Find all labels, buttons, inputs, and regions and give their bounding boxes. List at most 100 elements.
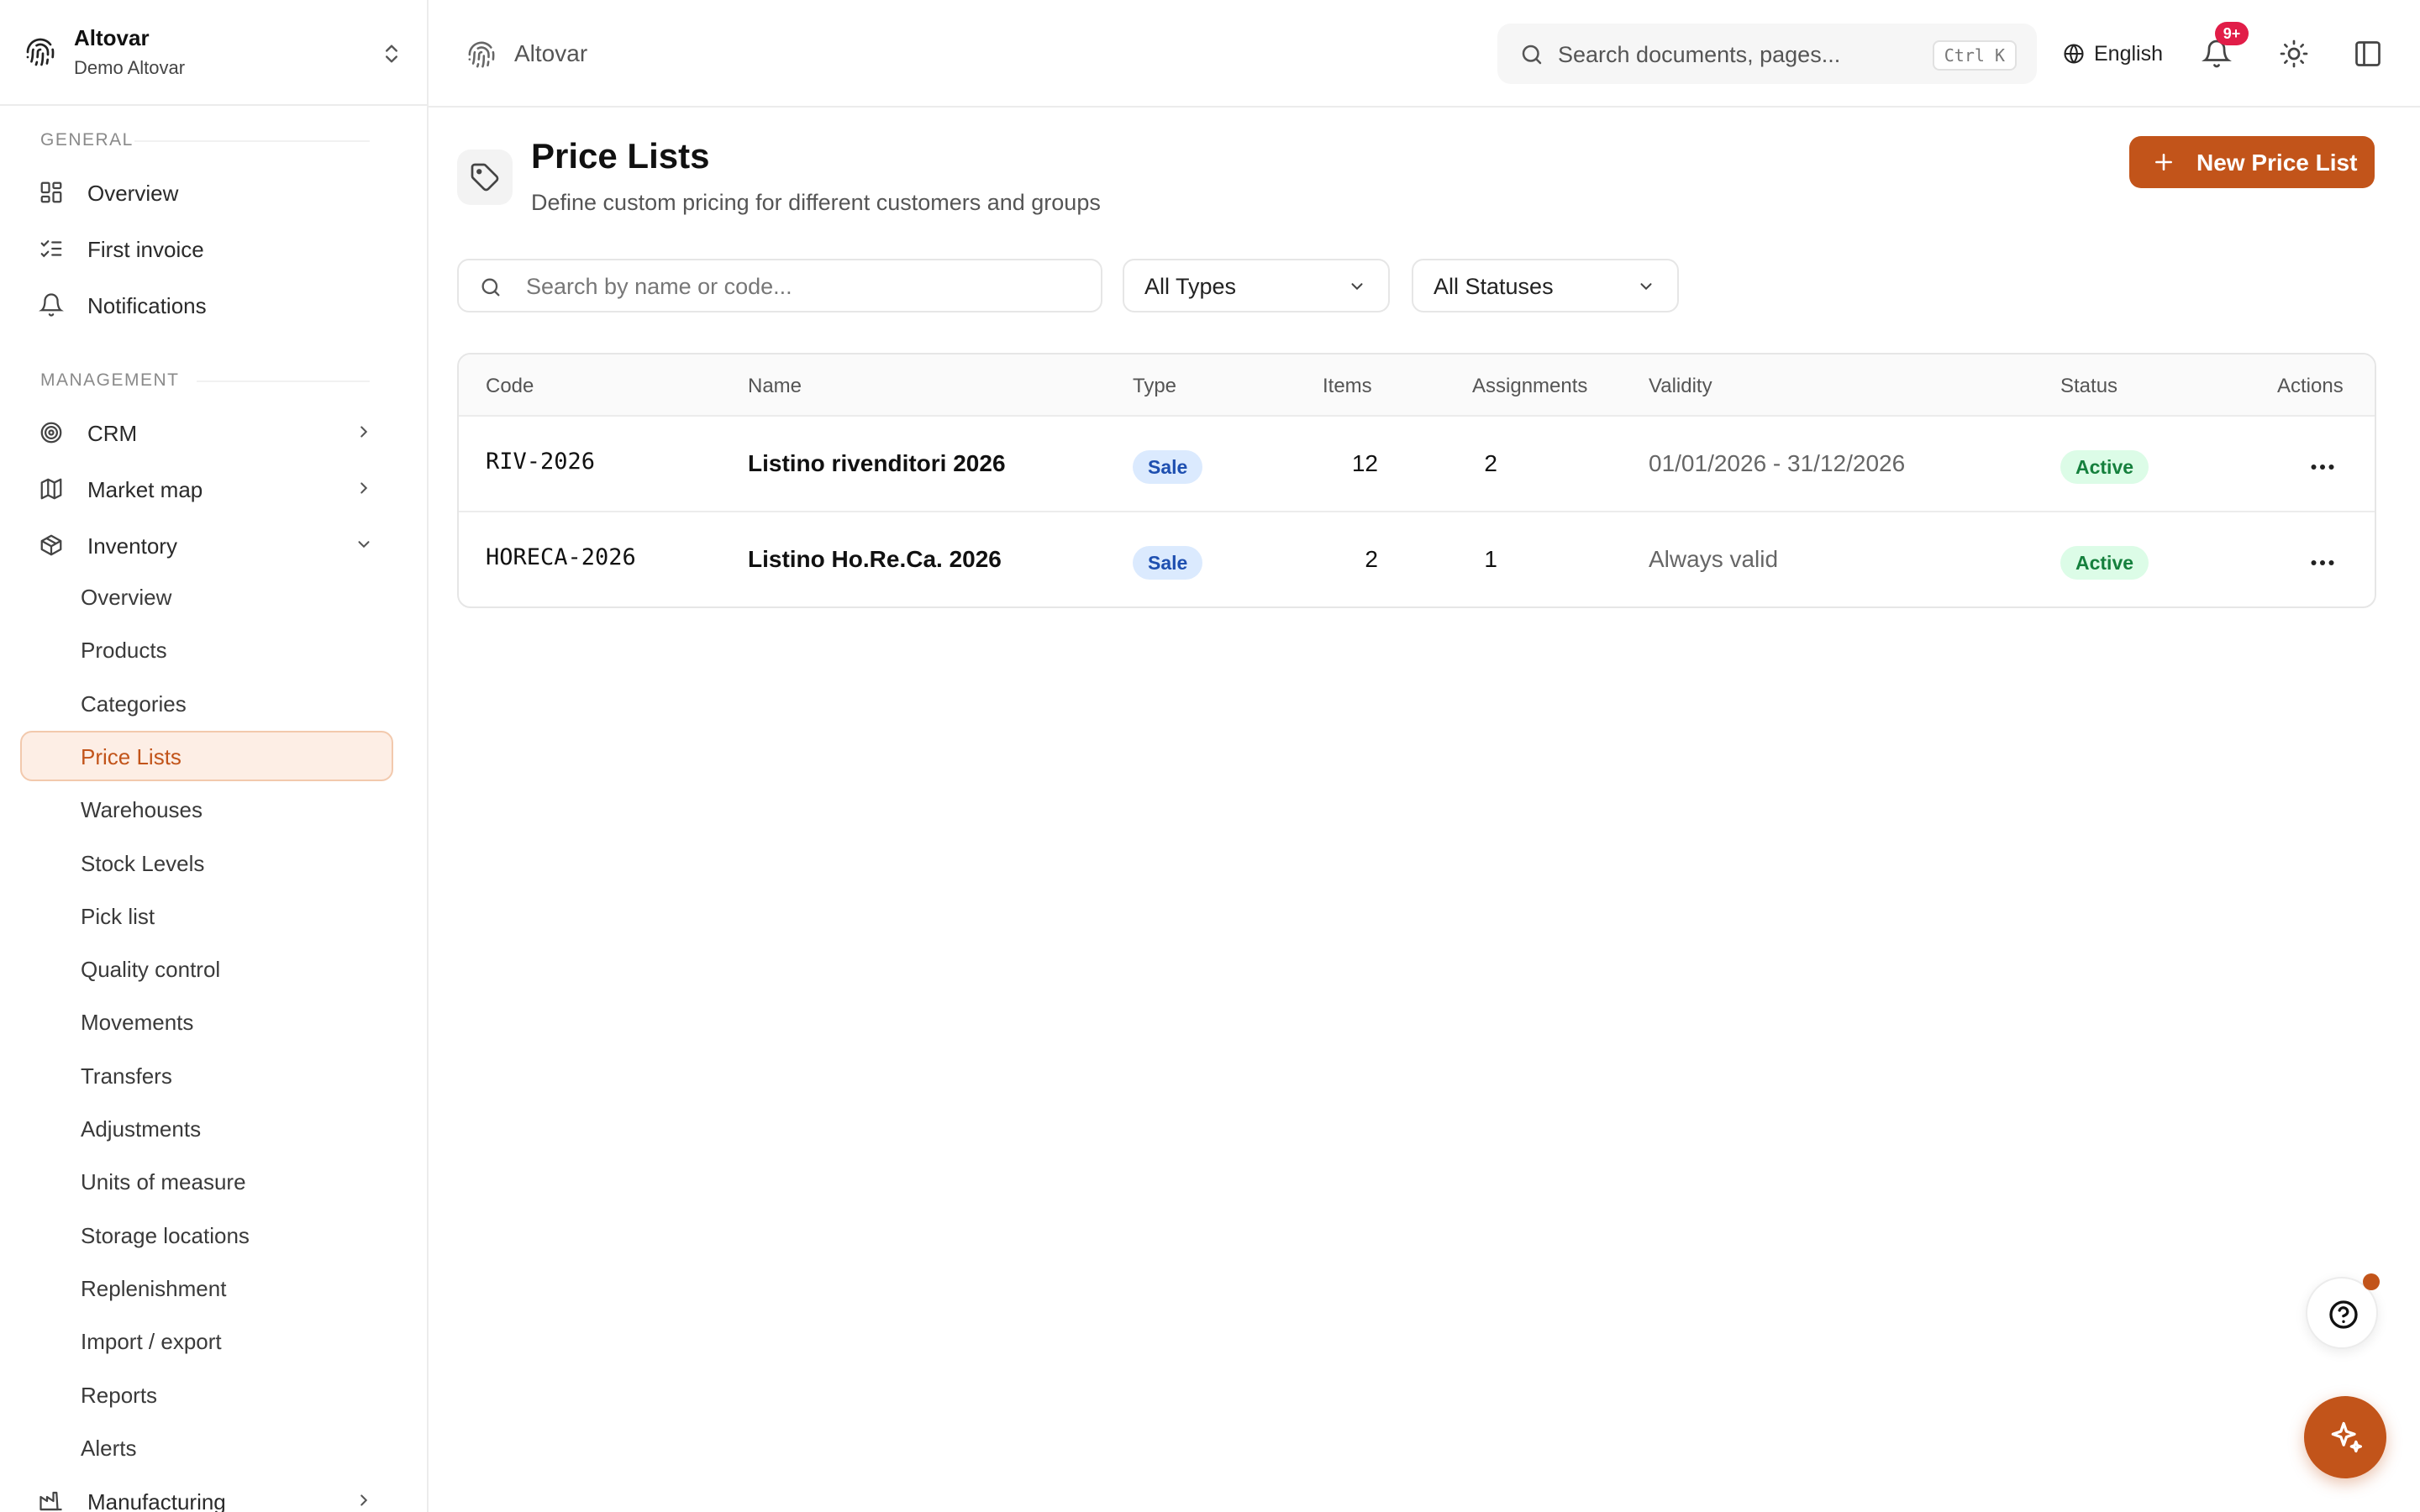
- type-filter-select[interactable]: All Types: [1123, 259, 1390, 312]
- section-label-general: GENERAL: [40, 130, 134, 150]
- map-icon: [40, 478, 62, 500]
- table-row[interactable]: HORECA-2026 Listino Ho.Re.Ca. 2026 Sale …: [459, 512, 2375, 606]
- table-header: Code Name Type Items Assignments Validit…: [459, 354, 2375, 417]
- section-divider: [134, 140, 370, 142]
- sidebar-subitem-label: Storage locations: [81, 1223, 250, 1248]
- sidebar-subitem-categories[interactable]: Categories: [20, 678, 393, 728]
- sidebar-item-crm[interactable]: CRM: [20, 407, 393, 456]
- plus-icon: [2155, 154, 2172, 171]
- sidebar-subitem-overview[interactable]: Overview: [20, 571, 393, 622]
- column-header-validity[interactable]: Validity: [1649, 375, 1712, 398]
- column-header-assignments[interactable]: Assignments: [1472, 375, 1587, 398]
- tag-icon: [471, 163, 499, 192]
- column-header-items[interactable]: Items: [1323, 375, 1372, 398]
- sidebar-subitem-products[interactable]: Products: [20, 624, 393, 675]
- sidebar-subitem-label: Reports: [81, 1383, 158, 1408]
- notification-badge: 9+: [2215, 22, 2249, 45]
- new-price-list-button[interactable]: New Price List: [2129, 136, 2375, 188]
- sidebar-subitem-label: Import / export: [81, 1329, 222, 1354]
- sidebar-subitem-import-export[interactable]: Import / export: [20, 1315, 393, 1366]
- sidebar-subitem-label: Products: [81, 638, 167, 663]
- sidebar-subitem-pick-list[interactable]: Pick list: [20, 890, 393, 941]
- sidebar-subitem-alerts[interactable]: Alerts: [20, 1422, 393, 1473]
- sidebar-item-label: Inventory: [87, 533, 177, 559]
- column-header-code[interactable]: Code: [486, 375, 534, 398]
- sidebar-subitem-label: Units of measure: [81, 1169, 246, 1194]
- sidebar-subitem-label: Quality control: [81, 957, 221, 982]
- sidebar-subitem-label: Adjustments: [81, 1116, 202, 1142]
- search-input[interactable]: [526, 269, 1081, 304]
- chevrons-up-down-icon[interactable]: [380, 40, 403, 67]
- global-search[interactable]: Search documents, pages... Ctrl K: [1497, 24, 2037, 84]
- sidebar-subitem-label: Transfers: [81, 1063, 172, 1089]
- chevron-down-icon: [1640, 283, 1652, 291]
- checklist-icon: [40, 240, 62, 258]
- page-title: Price Lists: [531, 136, 710, 176]
- sidebar-item-inventory[interactable]: Inventory: [20, 520, 393, 569]
- sidebar-subitem-label: Alerts: [81, 1436, 137, 1461]
- table-row[interactable]: RIV-2026 Listino rivenditori 2026 Sale 1…: [459, 417, 2375, 512]
- sidebar-subitem-storage-locations[interactable]: Storage locations: [20, 1210, 393, 1260]
- new-price-list-label: New Price List: [2196, 150, 2358, 176]
- column-header-status[interactable]: Status: [2060, 375, 2118, 398]
- cell-name[interactable]: Listino Ho.Re.Ca. 2026: [748, 546, 1002, 573]
- sidebar-subitem-label: Overview: [81, 585, 172, 610]
- fingerprint-icon: [468, 41, 495, 68]
- status-badge: Active: [2060, 450, 2149, 484]
- factory-icon: [39, 1491, 62, 1511]
- sidebar-item-overview[interactable]: Overview: [20, 167, 393, 216]
- price-lists-table: Code Name Type Items Assignments Validit…: [457, 353, 2376, 608]
- search-icon: [1522, 45, 1542, 65]
- sidebar-subitem-units-of-measure[interactable]: Units of measure: [20, 1156, 393, 1206]
- sidebar-item-notifications[interactable]: Notifications: [20, 280, 393, 328]
- sidebar-subitem-transfers[interactable]: Transfers: [20, 1050, 393, 1100]
- cell-assignments: 2: [1484, 450, 1497, 476]
- sidebar-subitem-warehouses[interactable]: Warehouses: [20, 784, 393, 834]
- fingerprint-icon: [26, 38, 55, 66]
- sidebar: Altovar Demo Altovar GENERAL Overview Fi…: [0, 0, 429, 1512]
- sidebar-item-label: Market map: [87, 477, 203, 502]
- sidebar-subitem-stock-levels[interactable]: Stock Levels: [20, 837, 393, 888]
- sidebar-item-label: Overview: [87, 181, 179, 206]
- keyboard-shortcut: Ctrl K: [1932, 40, 2017, 71]
- cell-items: 2: [1365, 546, 1378, 572]
- type-badge: Sale: [1133, 546, 1203, 580]
- sidebar-subitem-reports[interactable]: Reports: [20, 1369, 393, 1420]
- column-header-type[interactable]: Type: [1133, 375, 1176, 398]
- search-icon: [481, 278, 500, 297]
- sidebar-item-manufacturing[interactable]: Manufacturing: [20, 1476, 393, 1512]
- column-header-name[interactable]: Name: [748, 375, 802, 398]
- bell-icon: [39, 293, 64, 317]
- org-switcher[interactable]: Altovar Demo Altovar: [0, 0, 427, 106]
- top-bar: Altovar Search documents, pages... Ctrl …: [429, 0, 2420, 108]
- sidebar-item-label: First invoice: [87, 237, 204, 262]
- ai-assistant-button[interactable]: [2304, 1396, 2386, 1478]
- org-subtitle: Demo Altovar: [74, 57, 186, 78]
- sidebar-subitem-price-lists[interactable]: Price Lists: [20, 731, 393, 781]
- chevron-down-icon: [1351, 283, 1363, 291]
- more-horizontal-icon[interactable]: [2304, 548, 2341, 578]
- sidebar-item-first-invoice[interactable]: First invoice: [20, 223, 393, 272]
- help-indicator-dot: [2363, 1273, 2380, 1290]
- sidebar-item-label: Manufacturing: [87, 1489, 226, 1512]
- help-circle-icon: [2329, 1300, 2358, 1329]
- type-filter-value: All Types: [1144, 274, 1237, 299]
- sidebar-subitem-movements[interactable]: Movements: [20, 996, 393, 1047]
- more-horizontal-icon[interactable]: [2304, 452, 2341, 482]
- sidebar-subitem-adjustments[interactable]: Adjustments: [20, 1103, 393, 1153]
- breadcrumb[interactable]: Altovar: [514, 40, 587, 67]
- sidebar-subitem-quality-control[interactable]: Quality control: [20, 943, 393, 994]
- sidebar-item-market-map[interactable]: Market map: [20, 464, 393, 512]
- sun-icon[interactable]: [2279, 39, 2309, 69]
- target-icon: [40, 422, 62, 444]
- sidebar-item-label: Notifications: [87, 293, 207, 318]
- sparkles-icon: [2331, 1421, 2362, 1453]
- chevron-right-icon: [360, 426, 368, 438]
- sidebar-toggle-icon[interactable]: [2353, 39, 2383, 69]
- language-label: English: [2094, 42, 2163, 66]
- cell-name[interactable]: Listino rivenditori 2026: [748, 450, 1006, 477]
- dashboard-icon: [40, 181, 62, 203]
- status-filter-select[interactable]: All Statuses: [1412, 259, 1679, 312]
- status-badge: Active: [2060, 546, 2149, 580]
- sidebar-subitem-replenishment[interactable]: Replenishment: [20, 1263, 393, 1313]
